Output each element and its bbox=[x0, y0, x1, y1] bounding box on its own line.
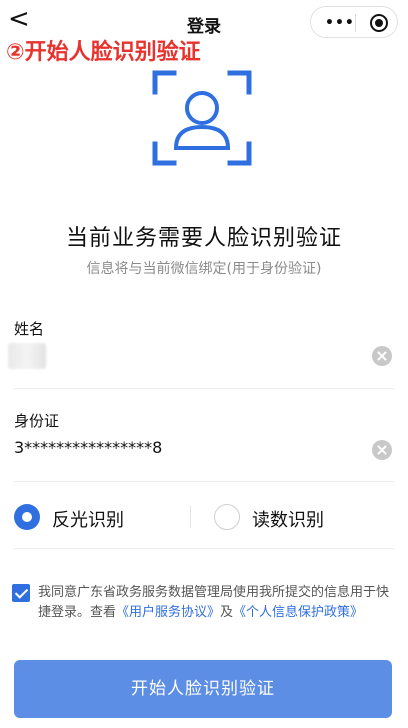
face-scan-icon bbox=[152, 70, 252, 166]
radio-divider bbox=[190, 506, 191, 528]
radio-read-number-label[interactable]: 读数识别 bbox=[252, 506, 324, 532]
close-target-icon[interactable] bbox=[370, 14, 388, 32]
radio-read-number[interactable] bbox=[214, 504, 240, 530]
clear-id-icon[interactable] bbox=[372, 440, 392, 460]
recognition-mode-group: 反光识别 读数识别 bbox=[0, 494, 408, 542]
clear-name-icon[interactable] bbox=[372, 346, 392, 366]
more-icon[interactable]: ••• bbox=[325, 15, 355, 31]
divider bbox=[14, 548, 394, 549]
divider bbox=[14, 388, 394, 389]
id-label: 身份证 bbox=[14, 412, 60, 430]
radio-reflect[interactable] bbox=[14, 504, 40, 530]
agreement-text: 我同意广东省政务服务数据管理局使用我所提交的信息用于快捷登录。查看《用户服务协议… bbox=[38, 583, 394, 623]
verify-subline: 信息将与当前微信绑定(用于身份验证) bbox=[86, 261, 322, 277]
privacy-policy-link[interactable]: 《个人信息保护政策》 bbox=[233, 605, 363, 620]
step-annotation: ②开始人脸识别验证 bbox=[6, 40, 201, 65]
capsule-divider bbox=[355, 14, 356, 32]
agreement-and: 及 bbox=[220, 605, 234, 620]
name-label: 姓名 bbox=[14, 320, 45, 338]
user-agreement-link[interactable]: 《用户服务协议》 bbox=[116, 605, 220, 620]
start-face-verify-button[interactable]: 开始人脸识别验证 bbox=[14, 660, 392, 718]
name-value-redacted bbox=[8, 343, 46, 369]
divider bbox=[14, 481, 394, 482]
mini-program-capsule: ••• bbox=[310, 6, 398, 38]
radio-reflect-label[interactable]: 反光识别 bbox=[52, 506, 124, 532]
agree-checkbox[interactable] bbox=[12, 584, 30, 602]
id-field[interactable]: 3****************8 bbox=[14, 438, 162, 457]
verify-headline: 当前业务需要人脸识别验证 bbox=[65, 226, 342, 251]
